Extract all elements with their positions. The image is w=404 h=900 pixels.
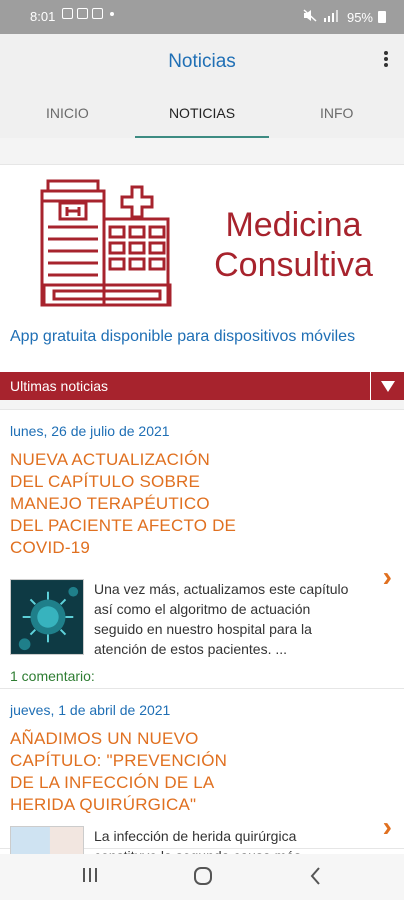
triangle-down-icon xyxy=(380,380,395,392)
header-spacer xyxy=(0,138,404,165)
status-time: 8:01 xyxy=(30,9,56,24)
brand-name: Medicina Consultiva xyxy=(206,205,381,285)
post-date: jueves, 1 de abril de 2021 xyxy=(10,702,171,718)
post-date: lunes, 26 de julio de 2021 xyxy=(10,423,170,439)
virus-thumbnail xyxy=(10,579,84,655)
system-nav-bar xyxy=(0,854,404,900)
news-feed[interactable]: Medicina Consultiva App gratuita disponi… xyxy=(0,138,404,854)
gallery-icon xyxy=(62,8,73,19)
post-comments-link[interactable]: 1 comentario: xyxy=(10,668,95,684)
battery-icon xyxy=(378,11,386,23)
surgery-thumbnail xyxy=(10,826,84,854)
news-post[interactable]: lunes, 26 de julio de 2021 NUEVA ACTUALI… xyxy=(0,410,404,689)
tab-bar: INICIO NOTICIAS INFO xyxy=(0,90,404,138)
post-excerpt-block: La infección de herida quirúrgica consti… xyxy=(10,826,362,854)
tab-noticias[interactable]: NOTICIAS xyxy=(134,90,270,138)
more-vert-icon[interactable] xyxy=(382,51,390,71)
post-excerpt: Una vez más, actualizamos este capítulo … xyxy=(94,581,349,657)
hospital-icon xyxy=(40,179,172,307)
post-title[interactable]: NUEVA ACTUALIZACIÓN DEL CAPÍTULO SOBRE M… xyxy=(0,449,240,559)
post-title[interactable]: AÑADIMOS UN NUEVO CAPÍTULO: "PREVENCIÓN … xyxy=(0,728,230,816)
section-spacer xyxy=(0,400,404,410)
signal-icon xyxy=(322,9,342,25)
section-header: Ultimas noticias xyxy=(0,372,404,400)
mute-icon xyxy=(303,9,317,25)
post-excerpt: La infección de herida quirúrgica consti… xyxy=(94,828,301,854)
battery-level: 95% xyxy=(346,9,373,25)
brand-line2: Consultiva xyxy=(214,246,373,284)
tab-info[interactable]: INFO xyxy=(269,90,404,138)
back-icon[interactable] xyxy=(309,866,321,891)
brand-line1: Medicina xyxy=(225,206,362,244)
tagline[interactable]: App gratuita disponible para dispositivo… xyxy=(10,328,355,346)
section-label: Ultimas noticias xyxy=(10,378,109,394)
status-bar: 8:01 95% xyxy=(0,0,404,34)
notification-icons xyxy=(62,8,114,19)
post-excerpt-block: Una vez más, actualizamos este capítulo … xyxy=(10,579,362,659)
news-post[interactable]: jueves, 1 de abril de 2021 AÑADIMOS UN N… xyxy=(0,689,404,854)
chevron-right-icon[interactable]: › xyxy=(383,561,392,593)
home-icon[interactable] xyxy=(193,866,213,891)
chevron-right-icon[interactable]: › xyxy=(383,811,392,843)
app-bar: Noticias xyxy=(0,34,404,90)
tiktok-icon xyxy=(92,8,103,19)
tab-inicio[interactable]: INICIO xyxy=(0,90,135,138)
more-notifications-icon xyxy=(110,11,114,16)
youtube-icon xyxy=(77,8,88,19)
section-toggle-button[interactable] xyxy=(370,372,404,400)
page-title: Noticias xyxy=(168,51,236,72)
recent-apps-icon[interactable] xyxy=(82,866,98,889)
app-banner: Medicina Consultiva App gratuita disponi… xyxy=(0,165,404,372)
